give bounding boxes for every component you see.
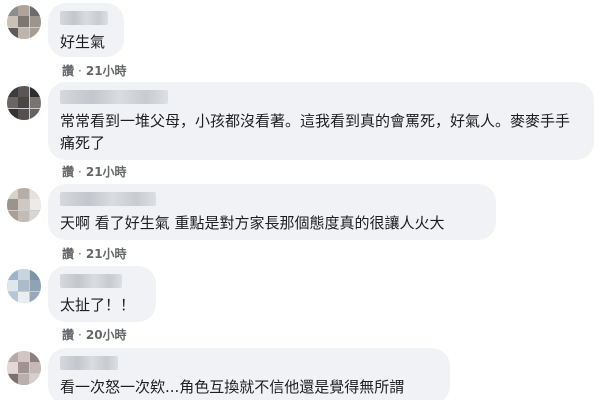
comment-text: 常常看到一堆父母，小孩都沒看著。這我看到真的會罵死，好氣人。麥麥手手痛死了 [60,112,571,152]
avatar-pixel [7,108,18,120]
avatar-pixel [7,27,18,39]
comment-text: 天啊 看了好生氣 重點是對方家長那個態度真的很讓人火大 [60,214,445,232]
avatar-pixel [29,373,41,385]
commenter-name-blurred[interactable] [60,192,156,206]
commenter-name-blurred[interactable] [60,274,122,288]
comment-timestamp[interactable]: 20小時 [86,328,127,342]
avatar-pixel [29,291,41,303]
comment-bubble: 天啊 看了好生氣 重點是對方家長那個態度真的很讓人火大 [48,184,496,240]
avatar-pixel [7,362,18,374]
avatar-pixel [7,280,18,292]
avatar-pixel [18,188,30,199]
comment-bubble: 太扯了！！ [48,266,156,322]
comment-text: 看一次怒一次欸...角色互換就不信他還是覺得無所謂 [60,378,405,396]
avatar-pixel [7,86,18,97]
comment-text: 太扯了！！ [60,296,136,314]
separator-dot: · [78,247,82,261]
avatar-pixel [7,97,18,109]
avatar-pixel [18,108,30,120]
avatar-pixel [29,16,41,28]
avatar-pixel [29,269,41,280]
avatar[interactable] [7,5,41,39]
avatar-pixel [18,27,30,39]
avatar-pixel [18,351,30,362]
comment-timestamp[interactable]: 21小時 [86,247,127,261]
comment-actions: 讚 · 21小時 [62,246,127,262]
avatar-pixel [29,97,41,109]
avatar-pixel [18,16,30,28]
avatar-pixel [29,210,41,222]
like-button[interactable]: 讚 [62,64,74,78]
avatar[interactable] [7,269,41,303]
commenter-name-blurred[interactable] [60,356,118,370]
avatar-pixel [18,86,30,97]
avatar-pixel [29,351,41,362]
comment-actions: 讚 · 20小時 [62,327,127,343]
avatar-pixel [29,108,41,120]
avatar-pixel [29,27,41,39]
avatar-pixel [18,373,30,385]
avatar-pixel [7,351,18,362]
avatar[interactable] [7,188,41,222]
like-button[interactable]: 讚 [62,247,74,261]
comment-actions: 讚 · 21小時 [62,63,127,79]
separator-dot: · [78,165,82,179]
avatar[interactable] [7,351,41,385]
comment-bubble: 好生氣 [48,3,124,57]
avatar-pixel [7,188,18,199]
comment-bubble: 看一次怒一次欸...角色互換就不信他還是覺得無所謂 [48,348,450,400]
avatar-pixel [18,269,30,280]
comment-timestamp[interactable]: 21小時 [86,64,127,78]
avatar-pixel [29,362,41,374]
avatar-pixel [7,210,18,222]
avatar-pixel [29,199,41,211]
avatar-pixel [29,280,41,292]
avatar-pixel [18,5,30,16]
avatar-pixel [7,269,18,280]
avatar-pixel [7,5,18,16]
separator-dot: · [78,64,82,78]
avatar-pixel [18,210,30,222]
avatar-pixel [29,5,41,16]
avatar-pixel [18,97,30,109]
commenter-name-blurred[interactable] [60,90,168,104]
avatar-pixel [29,86,41,97]
comment-bubble: 常常看到一堆父母，小孩都沒看著。這我看到真的會罵死，好氣人。麥麥手手痛死了 [48,82,594,160]
avatar[interactable] [7,86,41,120]
avatar-pixel [18,291,30,303]
separator-dot: · [78,328,82,342]
commenter-name-blurred[interactable] [60,11,108,25]
avatar-pixel [29,188,41,199]
comment-actions: 讚 · 21小時 [62,164,127,180]
avatar-pixel [18,280,30,292]
avatar-pixel [7,16,18,28]
comment-thread: 好生氣 讚 · 21小時 常常看到一堆父母，小孩都沒看著。這我看到真的會罵死，好氣人… [0,0,600,400]
like-button[interactable]: 讚 [62,328,74,342]
comment-text: 好生氣 [60,33,106,51]
comment-timestamp[interactable]: 21小時 [86,165,127,179]
avatar-pixel [7,199,18,211]
avatar-pixel [18,199,30,211]
avatar-pixel [7,373,18,385]
avatar-pixel [18,362,30,374]
like-button[interactable]: 讚 [62,165,74,179]
avatar-pixel [7,291,18,303]
